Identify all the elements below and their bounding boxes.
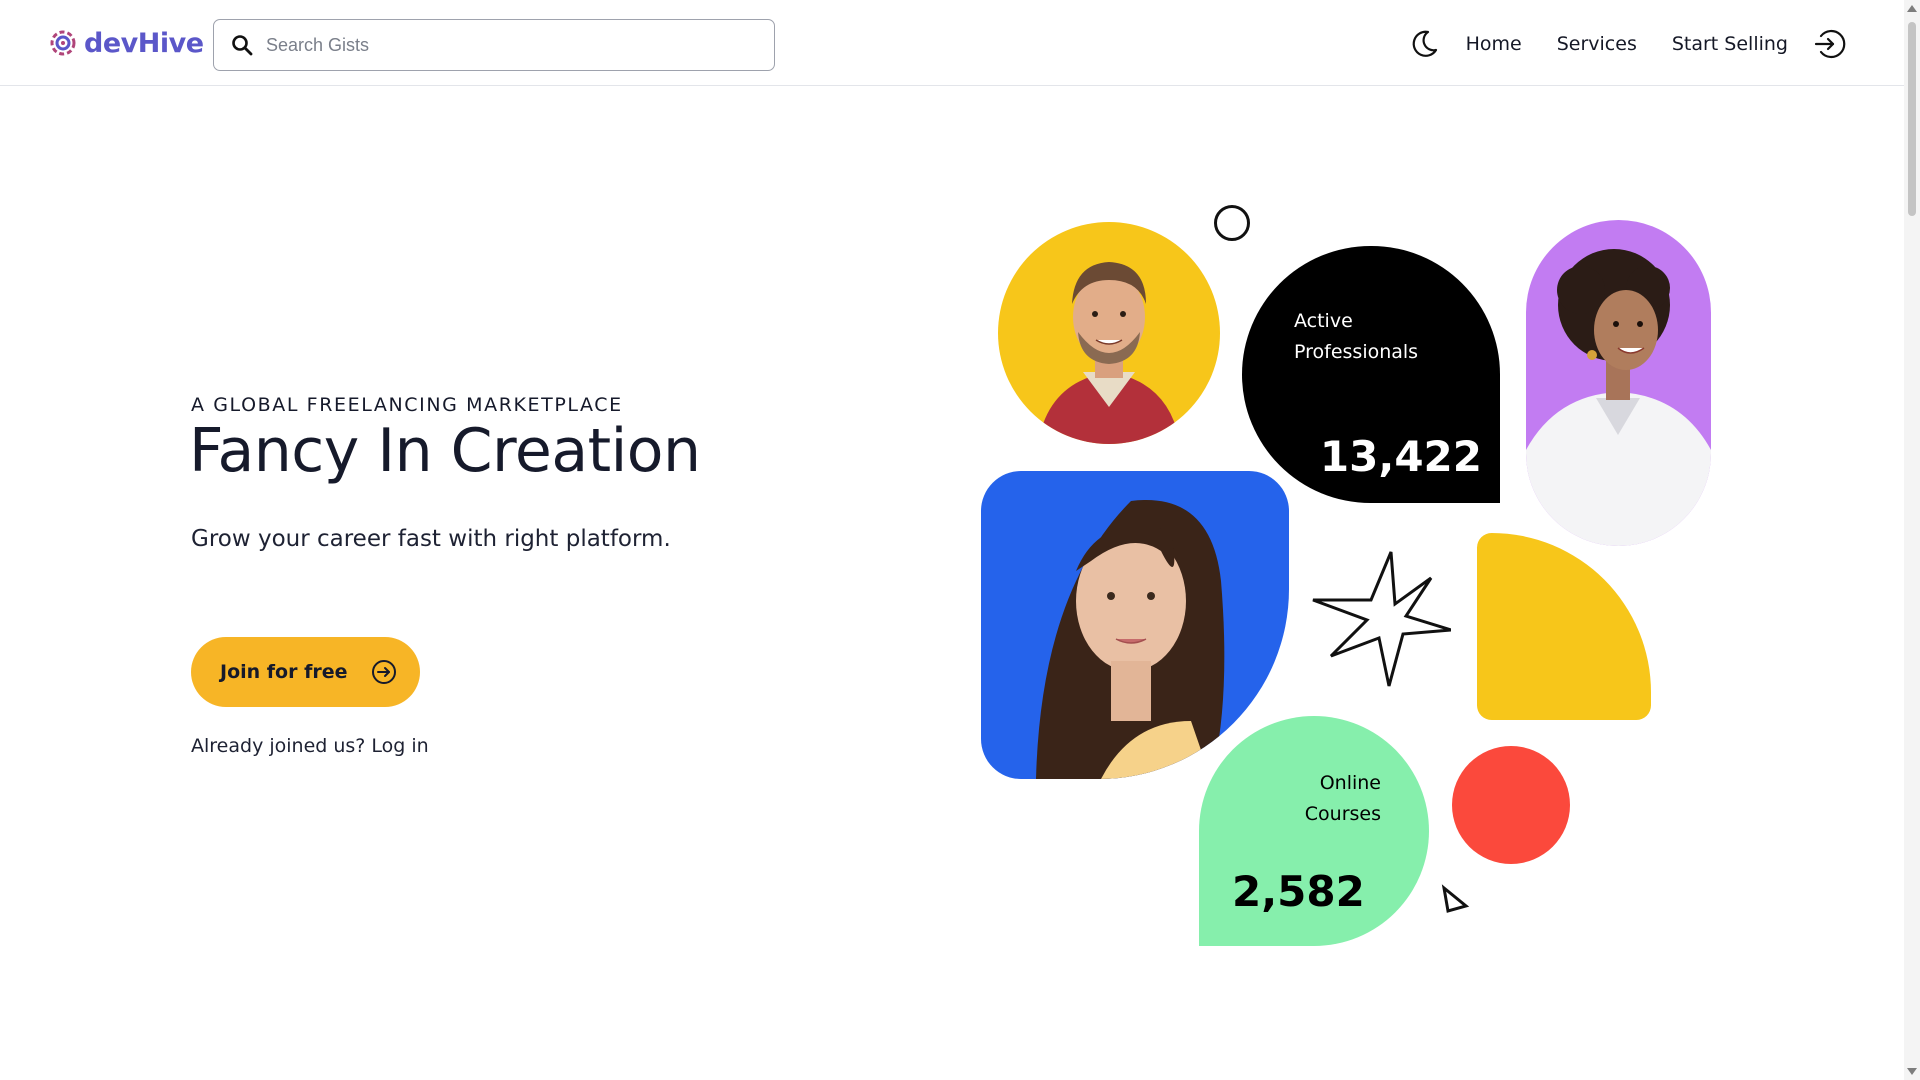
search-icon [232, 35, 253, 56]
search-box[interactable] [213, 19, 775, 71]
scroll-up-arrow-icon[interactable] [1907, 5, 1917, 12]
triangle-icon [1441, 884, 1470, 913]
online-courses-card: Online Courses 2,582 [1199, 716, 1429, 946]
portrait-woman-curly [1526, 220, 1711, 546]
logo-gear-icon [50, 30, 76, 56]
online-courses-value: 2,582 [1232, 867, 1365, 916]
page-scrollbar[interactable] [1904, 0, 1920, 1080]
stat-label-line: Online [1319, 772, 1381, 794]
moon-icon[interactable] [1408, 28, 1440, 60]
stat-label-line: Active [1294, 310, 1353, 332]
online-courses-label: Online Courses [1305, 768, 1381, 830]
active-professionals-card: Active Professionals 13,422 [1242, 246, 1500, 503]
hero-title: Fancy In Creation [189, 416, 701, 486]
woman-curly-photo [1526, 249, 1711, 546]
join-button-label: Join for free [220, 661, 348, 683]
stat-label-line: Courses [1304, 803, 1381, 825]
woman-photo [1036, 500, 1225, 779]
active-professionals-label: Active Professionals [1294, 306, 1418, 368]
search-input[interactable] [266, 34, 746, 56]
man-photo [1038, 262, 1180, 444]
sparkle-star-icon [1312, 551, 1451, 687]
portrait-woman [981, 471, 1289, 779]
decorative-red-circle [1452, 746, 1570, 864]
logo-text: devHive [84, 27, 204, 59]
portrait-man [998, 222, 1220, 444]
scroll-down-arrow-icon[interactable] [1907, 1068, 1917, 1075]
hero-subtitle: Grow your career fast with right platfor… [191, 526, 671, 552]
scroll-thumb[interactable] [1908, 22, 1916, 216]
join-for-free-button[interactable]: Join for free [191, 637, 420, 707]
decorative-yellow-shape [1477, 533, 1651, 720]
main-nav: Home Services Start Selling [1408, 24, 1846, 64]
nav-start-selling[interactable]: Start Selling [1672, 33, 1788, 55]
login-prompt-link[interactable]: Already joined us? Log in [191, 735, 429, 757]
login-icon[interactable] [1812, 27, 1846, 61]
active-professionals-value: 13,422 [1319, 432, 1482, 481]
hero-eyebrow: A GLOBAL FREELANCING MARKETPLACE [191, 394, 623, 416]
nav-home[interactable]: Home [1466, 33, 1522, 55]
arrow-right-circle-icon [372, 660, 396, 684]
top-navbar: devHive Home Services Start Selling [0, 0, 1904, 86]
brand-logo[interactable]: devHive [46, 26, 204, 60]
stat-label-line: Professionals [1294, 341, 1419, 363]
nav-services[interactable]: Services [1557, 33, 1637, 55]
